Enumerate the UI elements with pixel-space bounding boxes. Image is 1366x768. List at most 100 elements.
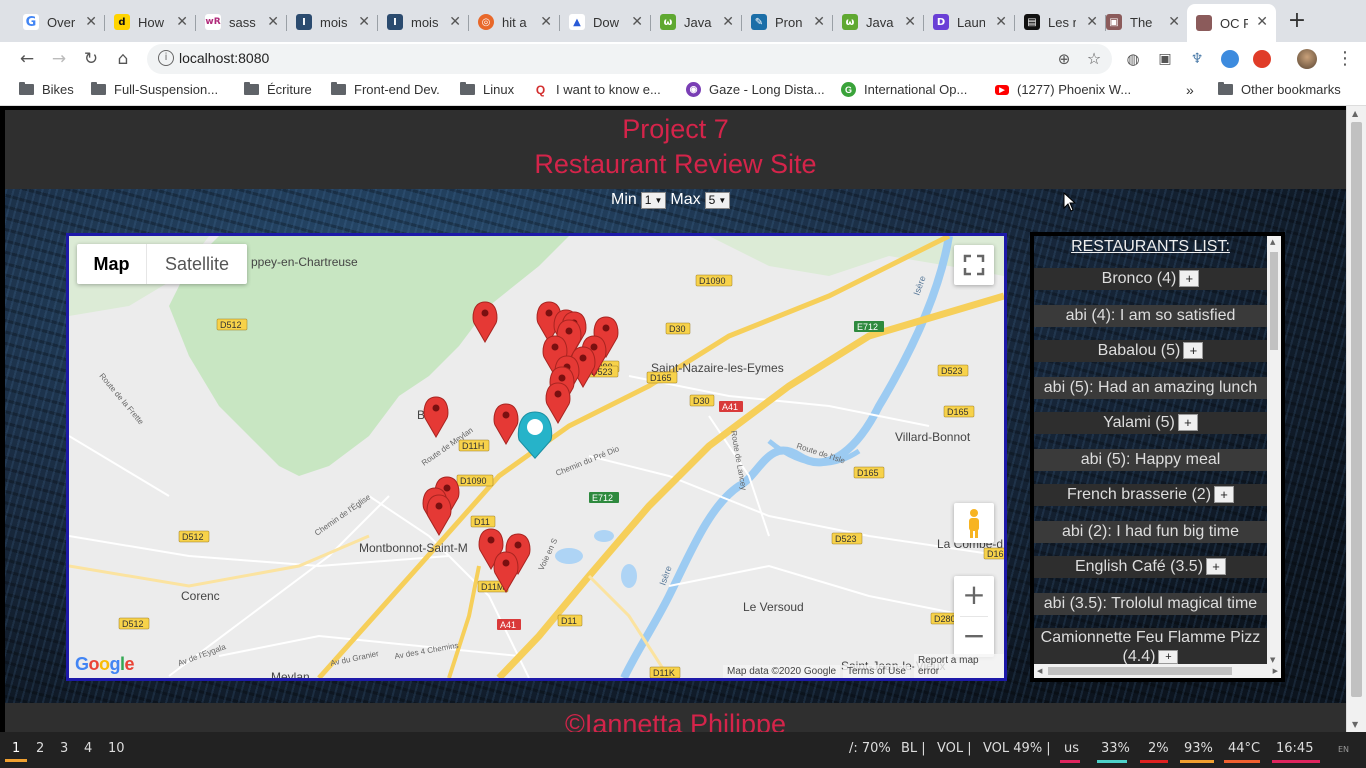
add-review-button[interactable]: + — [1214, 486, 1235, 504]
browser-tab[interactable]: I mois ✕ — [378, 7, 469, 37]
page-scrollbar[interactable]: ▲ ▼ — [1346, 106, 1366, 732]
min-select[interactable]: 1 ▼ — [640, 191, 667, 209]
zoom-in-button[interactable]: + — [954, 576, 994, 616]
browser-tab[interactable]: d How ✕ — [105, 7, 196, 37]
restaurant-item[interactable]: Camionnette Feu Flamme Pizz (4.4) + — [1034, 628, 1267, 666]
add-review-button[interactable]: + — [1206, 558, 1227, 576]
browser-tab[interactable]: ◎ hit a ✕ — [469, 7, 560, 37]
browser-tab-active[interactable]: OC P ✕ — [1187, 4, 1276, 42]
scroll-up-icon[interactable]: ▲ — [1352, 109, 1358, 118]
scrollbar-thumb[interactable] — [1270, 252, 1278, 350]
max-select[interactable]: 5 ▼ — [704, 191, 731, 209]
workspace-1[interactable]: 1 — [12, 741, 20, 756]
browser-tab[interactable]: ▤ Les r ✕ — [1015, 7, 1106, 37]
list-horizontal-scrollbar[interactable]: ◀ ▶ — [1034, 664, 1281, 678]
bookmark-folder[interactable]: Full-Suspension... — [91, 82, 218, 97]
location-icon[interactable]: ⊕ — [1052, 47, 1076, 71]
bookmark-star-icon[interactable]: ☆ — [1082, 47, 1106, 71]
bookmark-folder[interactable]: Écriture — [244, 82, 312, 97]
url-text[interactable]: localhost:8080 — [179, 50, 269, 66]
close-tab-icon[interactable]: ✕ — [995, 14, 1007, 30]
restaurant-marker[interactable] — [545, 382, 571, 424]
forward-icon[interactable]: → — [47, 47, 71, 71]
camera-icon[interactable]: ▣ — [1153, 47, 1177, 71]
extension-icon[interactable]: ♆ — [1185, 47, 1209, 71]
browser-tab[interactable]: D Laun ✕ — [924, 7, 1015, 37]
scrollbar-thumb[interactable] — [1351, 122, 1362, 697]
workspace-3[interactable]: 3 — [60, 741, 68, 756]
browser-tab[interactable]: ✎ Pron ✕ — [742, 7, 833, 37]
home-icon[interactable]: ⌂ — [111, 47, 135, 71]
extension-icon[interactable] — [1253, 50, 1271, 68]
bookmark-folder[interactable]: Bikes — [19, 82, 74, 97]
scroll-left-icon[interactable]: ◀ — [1037, 667, 1042, 675]
reload-icon[interactable]: ↻ — [79, 47, 103, 71]
google-map[interactable]: Saint-Nazaire-les-Eymes Villard-Bonnot M… — [66, 233, 1007, 681]
restaurant-list-panel[interactable]: RESTAURANTS LIST: Bronco (4) + abi (4): I… — [1030, 232, 1285, 682]
street-view-button[interactable] — [954, 503, 994, 543]
close-tab-icon[interactable]: ✕ — [722, 14, 734, 30]
bookmark-link[interactable]: Q I want to know e... — [533, 82, 661, 97]
avatar[interactable] — [1297, 49, 1317, 69]
workspace-4[interactable]: 4 — [84, 741, 92, 756]
back-icon[interactable]: ← — [15, 47, 39, 71]
close-tab-icon[interactable]: ✕ — [1168, 14, 1180, 30]
close-tab-icon[interactable]: ✕ — [540, 14, 552, 30]
close-tab-icon[interactable]: ✕ — [358, 14, 370, 30]
scrollbar-thumb[interactable] — [1048, 667, 1232, 675]
close-tab-icon[interactable]: ✕ — [176, 14, 188, 30]
info-icon[interactable]: i — [158, 50, 174, 66]
restaurant-item[interactable]: Babalou (5) + — [1034, 340, 1267, 362]
scroll-right-icon[interactable]: ▶ — [1273, 667, 1278, 675]
bookmark-link[interactable]: ▶ (1277) Phoenix W... — [995, 82, 1131, 97]
restaurant-item[interactable]: Bronco (4) + — [1034, 268, 1267, 290]
restaurant-item[interactable]: French brasserie (2) + — [1034, 484, 1267, 506]
restaurant-marker[interactable] — [423, 396, 449, 438]
browser-tab[interactable]: wR sass ✕ — [196, 7, 287, 37]
menu-icon[interactable]: ⋮ — [1333, 47, 1357, 71]
close-tab-icon[interactable]: ✕ — [267, 14, 279, 30]
browser-tab[interactable]: ω Java ✕ — [833, 7, 924, 37]
add-review-button[interactable]: + — [1179, 270, 1200, 288]
close-tab-icon[interactable]: ✕ — [813, 14, 825, 30]
browser-tab[interactable]: ▲ Dow ✕ — [560, 7, 651, 37]
browser-tab[interactable]: ▣ The ✕ — [1097, 7, 1188, 37]
bookmark-link[interactable]: G International Op... — [841, 82, 967, 97]
add-review-button[interactable]: + — [1177, 414, 1198, 432]
new-tab-button[interactable]: + — [1284, 9, 1310, 35]
workspace-2[interactable]: 2 — [36, 741, 44, 756]
restaurant-marker[interactable] — [493, 403, 519, 445]
close-tab-icon[interactable]: ✕ — [85, 14, 97, 30]
other-bookmarks-folder[interactable]: Other bookmarks — [1218, 82, 1341, 97]
close-tab-icon[interactable]: ✕ — [449, 14, 461, 30]
fullscreen-button[interactable] — [954, 245, 994, 285]
extension-icon[interactable] — [1221, 50, 1239, 68]
close-tab-icon[interactable]: ✕ — [1256, 14, 1268, 30]
terms-link[interactable]: Terms of Use — [843, 665, 910, 678]
add-review-button[interactable]: + — [1158, 649, 1179, 664]
more-bookmarks-icon[interactable]: » — [1186, 82, 1194, 98]
scroll-down-icon[interactable]: ▼ — [1352, 720, 1358, 729]
restaurant-item[interactable]: Yalami (5) + — [1034, 412, 1267, 434]
extension-icon[interactable]: ◍ — [1121, 47, 1145, 71]
add-review-button[interactable]: + — [1183, 342, 1204, 360]
report-error-link[interactable]: Report a map error — [914, 654, 1004, 678]
close-tab-icon[interactable]: ✕ — [904, 14, 916, 30]
map-tiles[interactable]: Saint-Nazaire-les-Eymes Villard-Bonnot M… — [69, 236, 1004, 678]
bookmark-link[interactable]: ◉ Gaze - Long Dista... — [686, 82, 825, 97]
list-vertical-scrollbar[interactable]: ▲ ▼ — [1267, 236, 1281, 666]
user-location-marker[interactable] — [517, 411, 553, 459]
map-type-map-button[interactable]: Map — [77, 244, 147, 284]
browser-tab[interactable]: ω Java ✕ — [651, 7, 742, 37]
browser-tab[interactable]: G Overview ✕ — [14, 7, 105, 37]
browser-tab[interactable]: I mois ✕ — [287, 7, 378, 37]
scroll-down-icon[interactable]: ▼ — [1270, 656, 1275, 664]
bookmark-folder[interactable]: Front-end Dev. — [331, 82, 440, 97]
zoom-out-button[interactable]: − — [954, 617, 994, 657]
bookmark-folder[interactable]: Linux — [460, 82, 514, 97]
restaurant-marker[interactable] — [426, 494, 452, 536]
close-tab-icon[interactable]: ✕ — [631, 14, 643, 30]
map-type-satellite-button[interactable]: Satellite — [147, 244, 247, 284]
restaurant-item[interactable]: English Café (3.5) + — [1034, 556, 1267, 578]
address-bar[interactable]: i localhost:8080 ⊕ ☆ — [147, 44, 1112, 74]
